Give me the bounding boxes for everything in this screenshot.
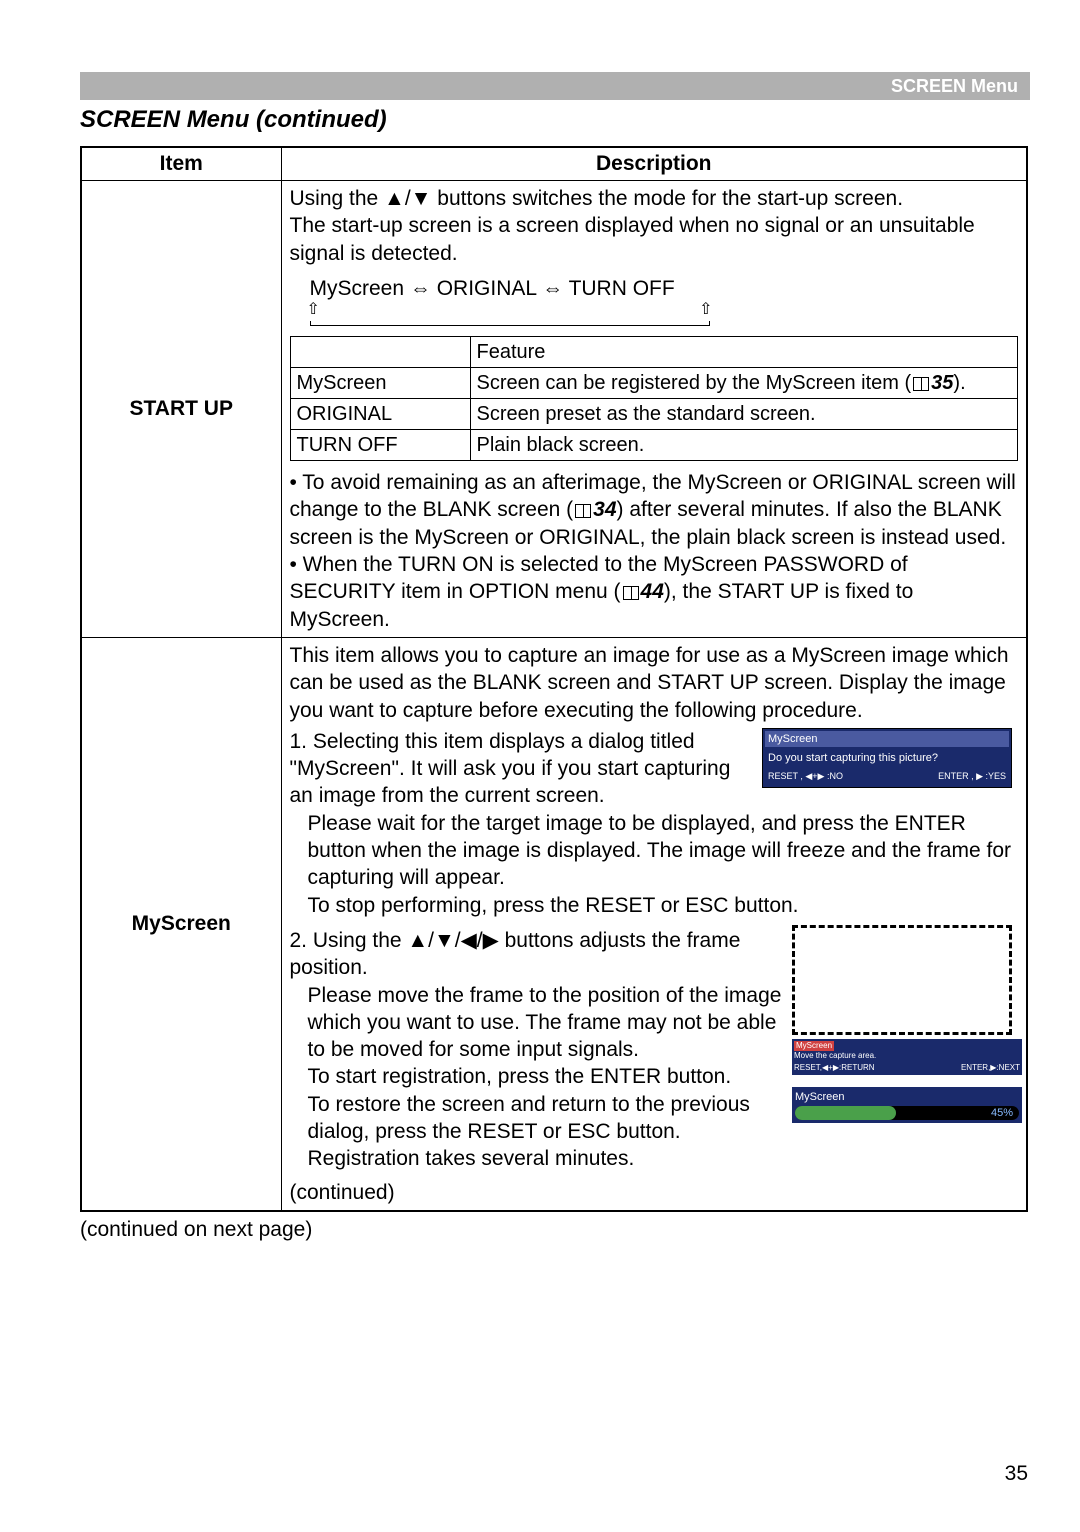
feature-empty — [290, 337, 470, 368]
opt-turnoff-name: TURN OFF — [290, 430, 470, 461]
progress-box: MyScreen 45% — [792, 1087, 1022, 1123]
status-bar-line: Move the capture area. — [794, 1051, 1020, 1061]
dialog-no: RESET , ◀+▶ :NO — [768, 771, 843, 783]
startup-intro2: The start-up screen is a screen displaye… — [290, 212, 1019, 267]
opt-ms-ref: 35 — [931, 372, 953, 394]
dialog-yes: ENTER , ▶ :YES — [938, 771, 1006, 783]
row-startup-item: START UP — [81, 181, 281, 638]
opt-myscreen-desc: Screen can be registered by the MyScreen… — [470, 368, 1018, 399]
book-icon — [575, 504, 591, 518]
ms-intro: This item allows you to capture an image… — [290, 642, 1019, 724]
progress-fill — [795, 1106, 896, 1120]
feature-header: Feature — [470, 337, 1018, 368]
startup-cycle: MyScreen ⇔ ORIGINAL ⇔ TURN OFF — [310, 275, 1019, 302]
capture-frame — [792, 925, 1012, 1035]
header-bar-label: SCREEN Menu — [891, 76, 1018, 97]
opt-original-desc: Screen preset as the standard screen. — [470, 399, 1018, 430]
b1ref: 34 — [593, 498, 616, 521]
page-number: 35 — [1005, 1462, 1028, 1486]
status-bar: MyScreen Move the capture area. RESET,◀+… — [792, 1039, 1022, 1075]
ms-continued: (continued) — [290, 1179, 1019, 1206]
opt-turnoff-desc: Plain black screen. — [470, 430, 1018, 461]
ms-step1b: Please wait for the target image to be d… — [308, 810, 1019, 892]
book-icon — [623, 586, 639, 600]
feature-table: Feature MyScreen Screen can be registere… — [290, 336, 1019, 461]
status-right: ENTER,▶:NEXT — [961, 1063, 1020, 1073]
continued-footer: (continued on next page) — [80, 1218, 312, 1242]
row-startup-desc: Using the ▲/▼ buttons switches the mode … — [281, 181, 1027, 638]
opt-original-name: ORIGINAL — [290, 399, 470, 430]
status-left: RESET,◀+▶:RETURN — [794, 1063, 875, 1073]
cycle-arrow-diagram — [310, 306, 710, 326]
dialog-title: MyScreen — [765, 731, 1009, 747]
startup-bullet2: • When the TURN ON is selected to the My… — [290, 551, 1019, 633]
progress-title: MyScreen — [795, 1090, 1019, 1104]
main-table: Item Description START UP Using the ▲/▼ … — [80, 146, 1028, 1212]
row-myscreen-item: MyScreen — [81, 637, 281, 1210]
progress-pct: 45% — [991, 1106, 1013, 1120]
progress-bar: 45% — [795, 1106, 1019, 1120]
b2ref: 44 — [641, 580, 664, 603]
dialog-body: Do you start capturing this picture? — [765, 747, 1009, 769]
startup-bullet1: • To avoid remaining as an afterimage, t… — [290, 469, 1019, 551]
opt-myscreen-name: MyScreen — [290, 368, 470, 399]
ms-step1c: To stop performing, press the RESET or E… — [308, 892, 1019, 919]
th-item: Item — [81, 147, 281, 181]
th-desc: Description — [281, 147, 1027, 181]
book-icon — [913, 377, 929, 391]
ms-step2e: Registration takes several minutes. — [308, 1145, 1019, 1172]
header-bar: SCREEN Menu — [80, 72, 1030, 100]
opt-ms-b: ). — [953, 372, 965, 394]
status-bar-title: MyScreen — [794, 1041, 834, 1051]
row-myscreen-desc: This item allows you to capture an image… — [281, 637, 1027, 1210]
frame-diagram: MyScreen Move the capture area. RESET,◀+… — [792, 925, 1012, 1105]
section-title: SCREEN Menu (continued) — [80, 106, 387, 134]
myscreen-dialog: MyScreen Do you start capturing this pic… — [762, 728, 1012, 788]
opt-ms-a: Screen can be registered by the MyScreen… — [477, 372, 912, 394]
startup-intro1: Using the ▲/▼ buttons switches the mode … — [290, 185, 1019, 212]
